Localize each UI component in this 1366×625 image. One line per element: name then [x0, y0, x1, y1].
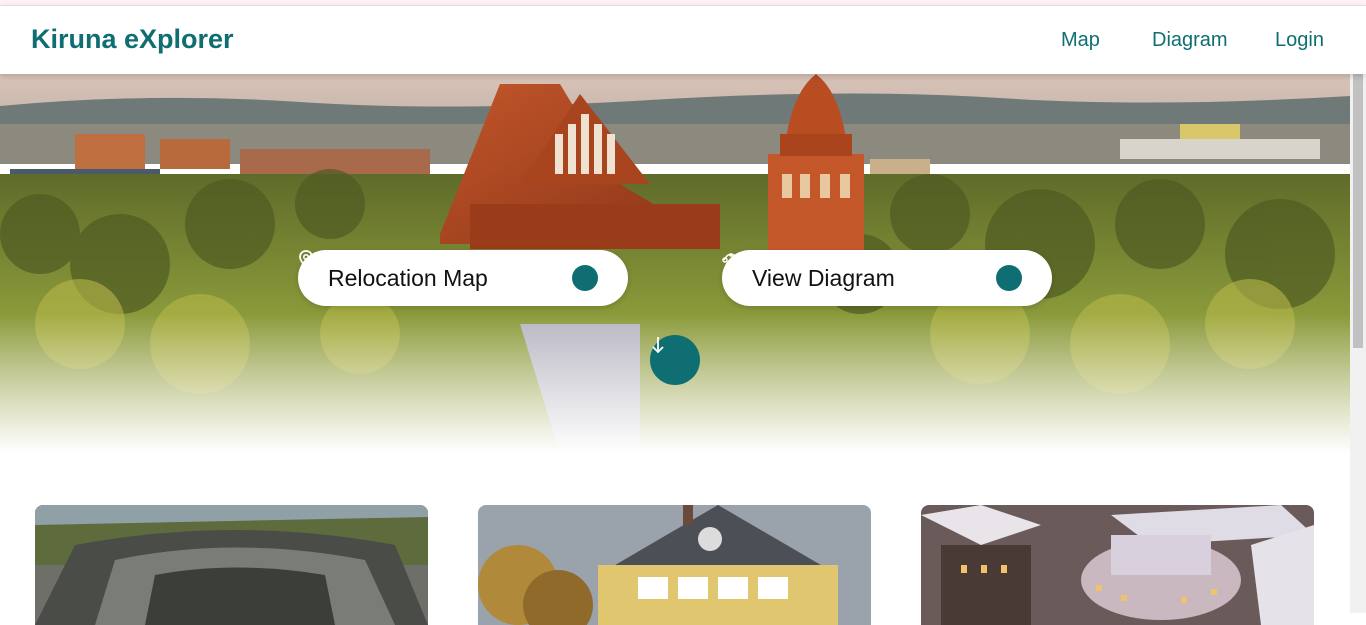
diagram-icon	[722, 253, 1022, 291]
open-pit-mine-image	[35, 505, 428, 625]
city-center-rendering-image	[921, 505, 1314, 625]
nav-link-diagram[interactable]: Diagram	[1152, 29, 1228, 52]
map-pin-icon	[299, 250, 598, 291]
card-city-center[interactable]	[921, 505, 1314, 625]
scrollbar-thumb[interactable]	[1353, 74, 1363, 348]
relocation-map-button[interactable]: Relocation Map	[298, 250, 628, 306]
hero-banner: Relocation Map View Diagram	[0, 74, 1350, 454]
navbar: Kiruna eXplorer Map Diagram Login	[0, 6, 1366, 74]
nav-link-login[interactable]: Login	[1275, 29, 1324, 52]
scroll-down-button[interactable]	[650, 335, 700, 385]
card-mine[interactable]	[35, 505, 428, 625]
hero-background-image	[0, 74, 1350, 454]
view-diagram-button[interactable]: View Diagram	[722, 250, 1052, 306]
relocation-map-label: Relocation Map	[328, 264, 488, 291]
nav-link-map[interactable]: Map	[1061, 29, 1100, 52]
view-diagram-label: View Diagram	[752, 264, 895, 291]
brand-title[interactable]: Kiruna eXplorer	[31, 24, 234, 55]
card-house[interactable]	[478, 505, 871, 625]
yellow-house-image	[478, 505, 871, 625]
